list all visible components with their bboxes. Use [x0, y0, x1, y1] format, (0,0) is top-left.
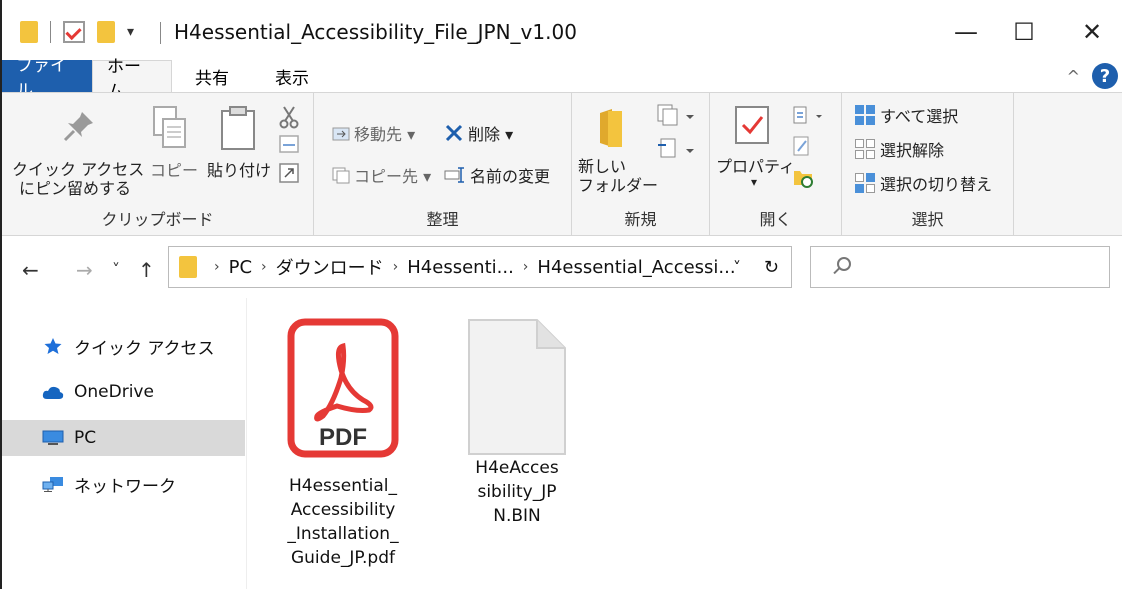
nav-item-network[interactable]: ネットワーク — [2, 466, 245, 502]
nav-item-onedrive[interactable]: OneDrive — [2, 374, 245, 410]
ribbon: クイック アクセス にピン留めする コピー 貼り付け クリップボード 移動先 ▾… — [2, 92, 1122, 236]
navigation-pane: クイック アクセス OneDrive PC ネットワーク — [2, 298, 247, 589]
file-name-bin: H4eAcces sibility_JP N.BIN — [475, 458, 559, 526]
breadcrumb-pc[interactable]: PC — [229, 257, 252, 278]
copy-to-icon — [332, 167, 350, 184]
customize-qat-dropdown[interactable]: ▾ — [127, 24, 134, 40]
tab-file[interactable]: ファイル — [2, 56, 92, 101]
open-icon[interactable] — [792, 105, 826, 127]
file-item-pdf[interactable]: PDF H4essential_ Accessibility _Installa… — [278, 314, 408, 574]
new-folder-icon[interactable] — [97, 21, 115, 43]
group-label-select: 選択 — [911, 210, 944, 229]
delete-icon — [445, 124, 463, 142]
back-button[interactable]: ← — [22, 258, 39, 282]
nav-item-pc[interactable]: PC — [2, 420, 245, 456]
delete-button[interactable]: 削除 ▾ — [444, 121, 513, 145]
minimize-button[interactable]: — — [946, 12, 986, 52]
rename-button[interactable]: 名前の変更 — [444, 163, 550, 187]
file-explorer-window: ▾ H4essential_Accessibility_File_JPN_v1.… — [0, 0, 1122, 589]
new-item-icon[interactable] — [656, 103, 696, 127]
up-button[interactable]: ↑ — [138, 258, 155, 282]
tab-share[interactable]: 共有 — [172, 60, 252, 92]
breadcrumb-current-folder[interactable]: H4essential_Accessi... — [537, 257, 735, 278]
star-icon — [44, 338, 62, 354]
pdf-label: PDF — [319, 424, 367, 451]
pin-icon[interactable] — [62, 109, 96, 143]
tab-view[interactable]: 表示 — [252, 60, 332, 92]
qat-separator — [50, 21, 51, 43]
window-title: H4essential_Accessibility_File_JPN_v1.00 — [160, 20, 577, 44]
help-icon[interactable]: ? — [1092, 63, 1118, 89]
address-bar[interactable]: › PC › ダウンロード › H4essenti... › H4essenti… — [168, 246, 792, 288]
breadcrumb-separator[interactable]: › — [393, 259, 399, 275]
breadcrumb-separator[interactable]: › — [214, 259, 220, 275]
paste-icon[interactable] — [220, 105, 256, 151]
group-label-clipboard: クリップボード — [101, 210, 214, 229]
cut-icon[interactable] — [279, 105, 299, 129]
select-all-button[interactable]: すべて選択 — [854, 103, 958, 127]
properties-icon[interactable] — [63, 21, 85, 43]
ribbon-tabs: ファイル ホーム 共有 表示 — [2, 56, 1122, 102]
select-all-icon — [855, 105, 875, 125]
group-open: プロパティ ▾ 開く — [710, 93, 842, 236]
easy-access-icon[interactable] — [656, 137, 696, 161]
group-label-new: 新規 — [624, 210, 657, 229]
group-clipboard: クイック アクセス にピン留めする コピー 貼り付け クリップボード — [2, 93, 314, 236]
file-name-pdf: H4essential_ Accessibility _Installation… — [287, 476, 399, 568]
nav-item-quick-access[interactable]: クイック アクセス — [2, 328, 245, 364]
rename-icon — [444, 167, 464, 183]
new-folder-button[interactable]: 新しい フォルダー — [578, 157, 658, 195]
ribbon-collapse-icon[interactable]: ^ — [1067, 67, 1080, 86]
copy-path-icon[interactable] — [279, 135, 299, 153]
address-dropdown-button[interactable]: ˅ — [733, 258, 741, 277]
invert-selection-icon — [855, 173, 875, 193]
quick-access-toolbar: ▾ — [20, 18, 134, 46]
navigation-bar: ← → ˅ ↑ › PC › ダウンロード › H4essenti... › H… — [2, 236, 1122, 298]
title-bar: ▾ H4essential_Accessibility_File_JPN_v1.… — [2, 0, 1122, 60]
copy-to-button[interactable]: コピー先 ▾ — [332, 163, 431, 187]
breadcrumb-separator[interactable]: › — [261, 259, 267, 275]
folder-icon — [179, 256, 197, 278]
edit-icon[interactable] — [792, 135, 812, 157]
search-icon — [837, 257, 851, 271]
breadcrumb-parent-folder[interactable]: H4essenti... — [407, 257, 514, 278]
maximize-button[interactable]: ☐ — [1004, 12, 1044, 52]
search-input[interactable] — [810, 246, 1110, 288]
select-none-icon — [855, 139, 875, 159]
group-new: 新しい フォルダー 新規 — [572, 93, 710, 236]
breadcrumb-downloads[interactable]: ダウンロード — [276, 254, 384, 280]
properties-icon[interactable] — [734, 105, 770, 145]
group-label-open: 開く — [759, 210, 792, 229]
file-item-bin[interactable]: H4eAcces sibility_JP N.BIN — [462, 314, 572, 534]
move-to-button[interactable]: 移動先 ▾ — [332, 121, 415, 145]
paste-shortcut-icon[interactable] — [279, 163, 299, 183]
pc-icon — [42, 430, 64, 445]
cloud-icon — [42, 386, 64, 399]
properties-button[interactable]: プロパティ ▾ — [716, 157, 795, 188]
breadcrumb-separator[interactable]: › — [523, 259, 529, 275]
move-to-icon — [332, 127, 350, 141]
group-organize: 移動先 ▾ コピー先 ▾ 削除 ▾ 名前の変更 整理 — [314, 93, 572, 236]
recent-locations-button[interactable]: ˅ — [112, 260, 120, 279]
forward-button[interactable]: → — [76, 258, 93, 282]
copy-button[interactable]: コピー — [150, 161, 198, 180]
tab-home[interactable]: ホーム — [92, 57, 172, 102]
generic-file-icon — [468, 319, 566, 455]
folder-icon — [20, 21, 38, 43]
paste-button[interactable]: 貼り付け — [206, 161, 272, 180]
close-button[interactable]: ✕ — [1072, 12, 1112, 52]
new-folder-icon[interactable] — [598, 107, 634, 149]
group-label-organize: 整理 — [426, 210, 459, 229]
network-icon — [42, 477, 63, 492]
select-none-button[interactable]: 選択解除 — [854, 137, 944, 161]
copy-icon[interactable] — [152, 105, 188, 151]
history-icon[interactable] — [792, 167, 814, 189]
invert-selection-button[interactable]: 選択の切り替え — [854, 171, 992, 195]
refresh-button[interactable]: ↻ — [764, 257, 779, 278]
group-select: すべて選択 選択解除 選択の切り替え 選択 — [842, 93, 1014, 236]
pin-to-quick-access-button[interactable]: クイック アクセス にピン留めする — [12, 160, 144, 198]
file-list: PDF H4essential_ Accessibility _Installa… — [248, 298, 1122, 589]
ribbon-right-controls: ^ ? — [1067, 60, 1122, 92]
